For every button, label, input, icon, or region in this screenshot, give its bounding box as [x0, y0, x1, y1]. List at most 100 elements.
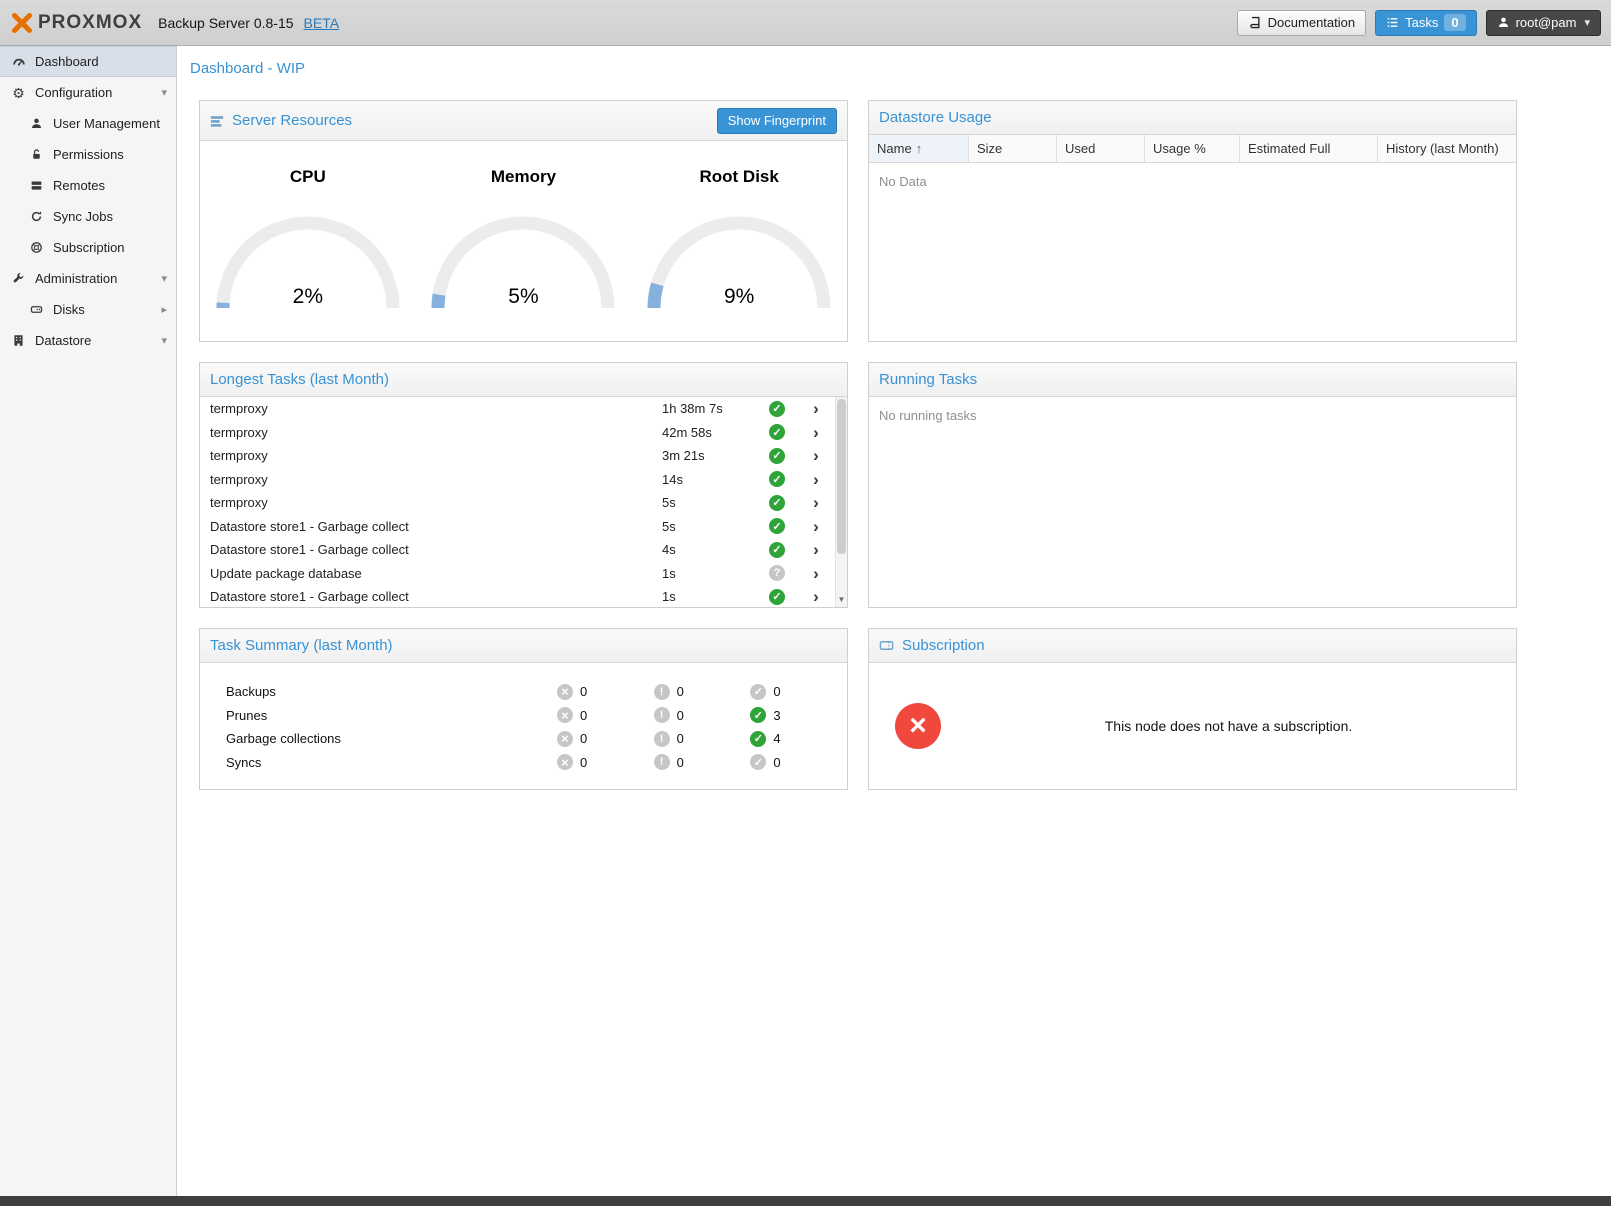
task-detail-chevron-icon[interactable]: › — [797, 424, 835, 441]
sidebar-item-configuration[interactable]: ⚙ Configuration ▾ — [0, 77, 176, 108]
proxmox-x-icon — [10, 11, 34, 35]
panel-title: Subscription — [902, 637, 985, 654]
ok-count: 4 — [773, 731, 780, 746]
task-row[interactable]: Update package database 1s › — [200, 562, 835, 586]
documentation-button[interactable]: Documentation — [1237, 10, 1366, 36]
sidebar-item-sync-jobs[interactable]: Sync Jobs — [0, 201, 176, 232]
gauge-value: 5% — [428, 285, 618, 309]
task-name: termproxy — [210, 472, 662, 487]
task-detail-chevron-icon[interactable]: › — [797, 518, 835, 535]
chevron-down-icon[interactable]: ▾ — [161, 272, 167, 285]
building-icon — [10, 334, 27, 347]
column-header-used[interactable]: Used — [1057, 135, 1145, 162]
column-header-history[interactable]: History (last Month) — [1378, 135, 1516, 162]
gauge-label: Memory — [491, 167, 556, 187]
scrollbar[interactable]: ▼ — [835, 397, 847, 607]
column-header-estimated-full[interactable]: Estimated Full — [1240, 135, 1378, 162]
show-fingerprint-button[interactable]: Show Fingerprint — [717, 108, 837, 134]
warning-count: 0 — [677, 708, 684, 723]
gears-icon: ⚙ — [10, 86, 27, 100]
task-detail-chevron-icon[interactable]: › — [797, 400, 835, 417]
sidebar-item-dashboard[interactable]: Dashboard — [0, 46, 176, 77]
task-duration: 1s — [662, 566, 757, 581]
task-row[interactable]: termproxy 5s › — [200, 491, 835, 515]
tasks-button[interactable]: Tasks 0 — [1375, 10, 1476, 36]
app-title: Backup Server 0.8-15 — [158, 15, 293, 31]
caret-down-icon: ▾ — [1584, 16, 1590, 29]
error-count-icon — [557, 707, 573, 723]
warning-count-icon — [654, 707, 670, 723]
gauge-value: 9% — [644, 285, 834, 309]
wrench-icon — [10, 272, 27, 285]
documentation-label: Documentation — [1268, 15, 1355, 30]
scrollbar-thumb[interactable] — [837, 399, 846, 554]
sidebar-item-label: Administration — [35, 271, 117, 286]
ok-count: 3 — [773, 708, 780, 723]
tachometer-icon — [10, 55, 27, 69]
resource-gauges: CPU 2% Memory — [200, 141, 847, 341]
task-detail-chevron-icon[interactable]: › — [797, 588, 835, 605]
ok-count: 0 — [773, 684, 780, 699]
book-icon — [1248, 16, 1262, 30]
ok-count-icon — [750, 684, 766, 700]
task-name: termproxy — [210, 425, 662, 440]
sidebar-item-permissions[interactable]: Permissions — [0, 139, 176, 170]
sidebar-item-label: Disks — [53, 302, 85, 317]
task-row[interactable]: Datastore store1 - Garbage collect 5s › — [200, 515, 835, 539]
user-menu-label: root@pam — [1516, 15, 1577, 30]
sidebar-item-label: Sync Jobs — [53, 209, 113, 224]
sidebar-item-user-management[interactable]: User Management — [0, 108, 176, 139]
sidebar-item-remotes[interactable]: Remotes — [0, 170, 176, 201]
task-list-icon — [1386, 16, 1399, 29]
sidebar-item-disks[interactable]: Disks ▸ — [0, 294, 176, 325]
root-disk-gauge: Root Disk 9% — [631, 141, 847, 341]
task-type-label: Prunes — [200, 708, 557, 723]
task-row[interactable]: termproxy 14s › — [200, 468, 835, 492]
sidebar-item-subscription[interactable]: Subscription — [0, 232, 176, 263]
column-header-name[interactable]: Name↑ — [869, 135, 969, 162]
life-ring-icon — [28, 241, 45, 254]
chevron-down-icon[interactable]: ▾ — [161, 86, 167, 99]
column-header-usage-pct[interactable]: Usage % — [1145, 135, 1240, 162]
sidebar-item-administration[interactable]: Administration ▾ — [0, 263, 176, 294]
task-row[interactable]: Datastore store1 - Garbage collect 4s › — [200, 538, 835, 562]
ok-count-icon — [750, 707, 766, 723]
task-summary-row: Syncs 0 0 0 — [200, 751, 847, 775]
task-status-icon — [769, 401, 785, 417]
ok-count-icon — [750, 754, 766, 770]
task-name: termproxy — [210, 401, 662, 416]
sidebar-item-label: Dashboard — [35, 54, 99, 69]
task-row[interactable]: Datastore store1 - Garbage collect 1s › — [200, 585, 835, 607]
chevron-down-icon[interactable]: ▾ — [161, 334, 167, 347]
task-row[interactable]: termproxy 3m 21s › — [200, 444, 835, 468]
beta-link[interactable]: BETA — [304, 15, 340, 31]
sidebar-item-datastore[interactable]: Datastore ▾ — [0, 325, 176, 356]
panel-title: Task Summary (last Month) — [210, 637, 393, 654]
task-duration: 1h 38m 7s — [662, 401, 757, 416]
task-detail-chevron-icon[interactable]: › — [797, 565, 835, 582]
column-header-size[interactable]: Size — [969, 135, 1057, 162]
panel-title: Server Resources — [232, 112, 352, 129]
scroll-down-button[interactable]: ▼ — [836, 593, 847, 606]
panel-title: Longest Tasks (last Month) — [210, 371, 389, 388]
task-row[interactable]: termproxy 1h 38m 7s › — [200, 397, 835, 421]
chevron-right-icon[interactable]: ▸ — [161, 303, 167, 316]
task-detail-chevron-icon[interactable]: › — [797, 541, 835, 558]
task-row[interactable]: termproxy 42m 58s › — [200, 421, 835, 445]
server-icon — [28, 179, 45, 192]
warning-count: 0 — [677, 755, 684, 770]
user-menu-button[interactable]: root@pam ▾ — [1486, 10, 1601, 36]
task-duration: 4s — [662, 542, 757, 557]
task-detail-chevron-icon[interactable]: › — [797, 447, 835, 464]
task-summary-body: Backups 0 0 0 Prunes 0 0 3 Garbage colle… — [200, 663, 847, 789]
task-status-icon — [769, 542, 785, 558]
task-name: Datastore store1 - Garbage collect — [210, 542, 662, 557]
task-detail-chevron-icon[interactable]: › — [797, 471, 835, 488]
task-status-icon — [769, 589, 785, 605]
main-content: Dashboard - WIP Server Resources Show Fi… — [178, 46, 1611, 1196]
task-detail-chevron-icon[interactable]: › — [797, 494, 835, 511]
gauge-label: Root Disk — [699, 167, 778, 187]
sidebar: Dashboard ⚙ Configuration ▾ User Managem… — [0, 46, 177, 1196]
task-duration: 42m 58s — [662, 425, 757, 440]
error-count-icon — [557, 684, 573, 700]
